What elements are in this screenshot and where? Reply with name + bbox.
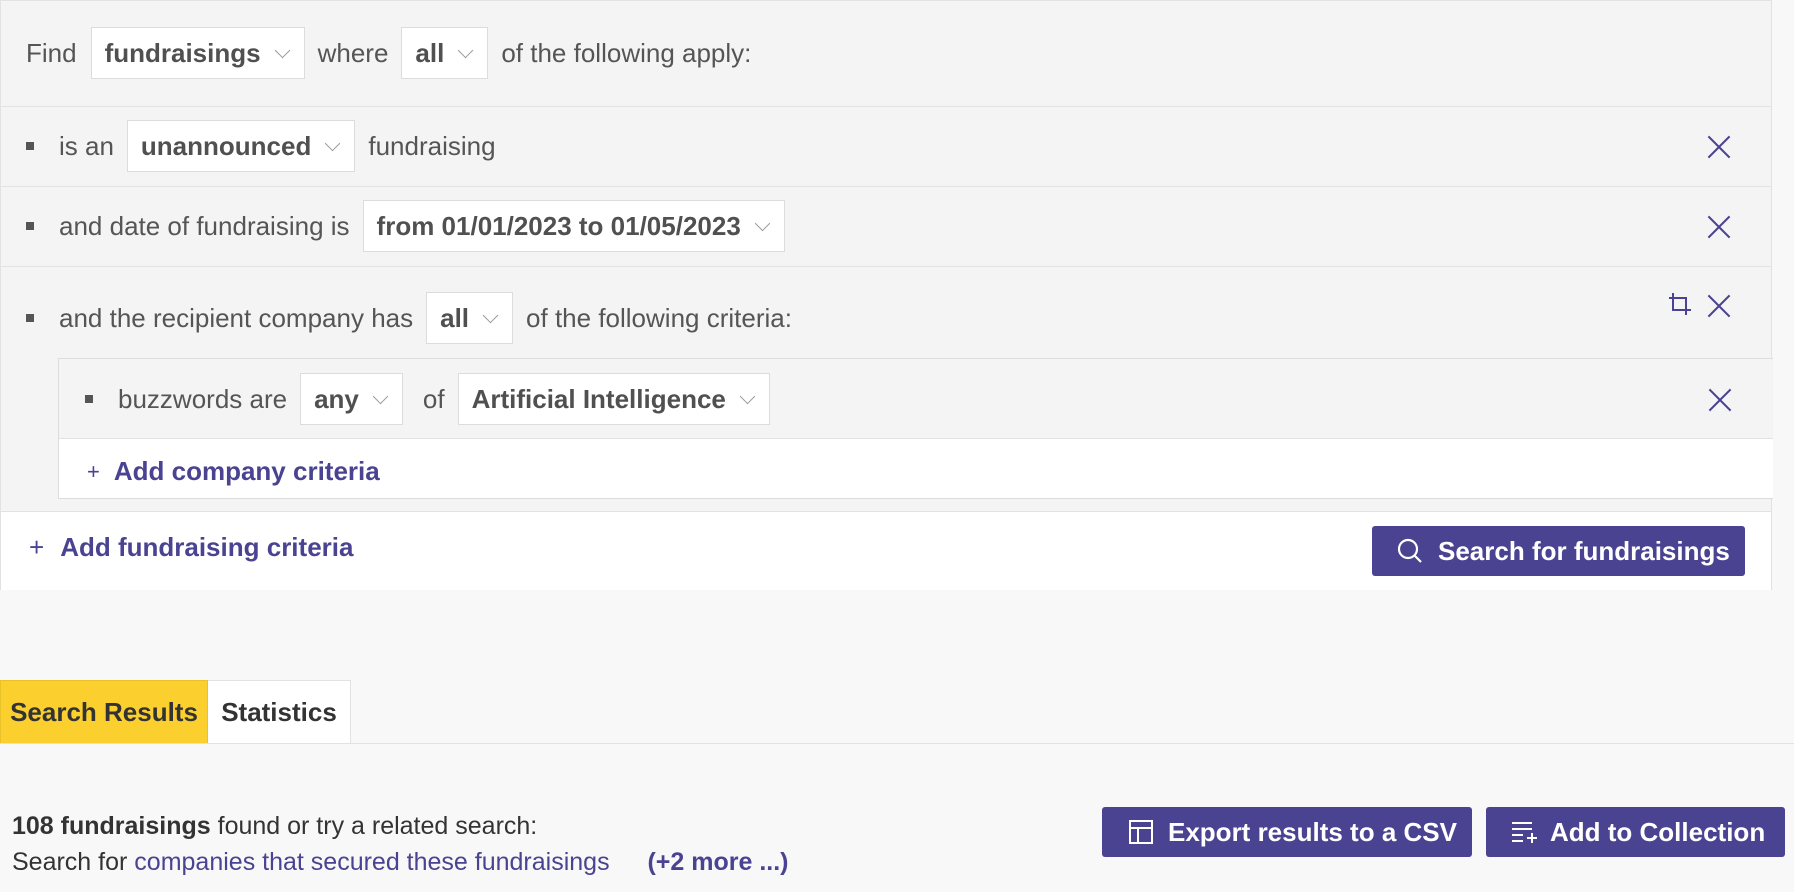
buzzword-match-dropdown[interactable]: any	[300, 373, 403, 425]
criterion-label: buzzwords are	[118, 383, 288, 414]
chevron-down-icon	[754, 215, 771, 231]
criterion-announcement: is an unannounced fundraising	[26, 120, 496, 172]
match-dropdown[interactable]: all	[401, 27, 489, 79]
chevron-down-icon	[274, 42, 290, 58]
criterion-suffix: fundraising	[368, 130, 496, 161]
tabs-divider	[0, 743, 1794, 744]
chevron-down-icon	[458, 42, 474, 58]
where-label: where	[317, 37, 389, 68]
of-label: of	[422, 383, 445, 414]
search-button[interactable]: Search for fundraisings	[1372, 526, 1745, 576]
crop-icon[interactable]	[1667, 291, 1693, 317]
remove-criterion-close-icon[interactable]	[1708, 388, 1732, 412]
criterion-label: and date of fundraising is	[59, 210, 350, 241]
table-icon	[1129, 820, 1153, 844]
add-to-collection-button[interactable]: Add to Collection	[1486, 807, 1785, 857]
divider	[1, 106, 1771, 107]
plus-icon: +	[87, 458, 100, 484]
tab-search-results[interactable]: Search Results	[0, 680, 208, 744]
add-fundraising-criteria[interactable]: + Add fundraising criteria	[29, 532, 353, 563]
criterion-label: is an	[59, 130, 114, 161]
query-header: Find fundraisings where all of the follo…	[26, 27, 751, 79]
criterion-buzzwords: buzzwords are any of Artificial Intellig…	[85, 373, 770, 425]
more-link[interactable]: (+2 more ...)	[647, 848, 788, 876]
criterion-label: and the recipient company has	[59, 302, 414, 333]
divider	[1, 266, 1771, 267]
chevron-down-icon	[739, 388, 756, 404]
results-count: 108 fundraisings	[12, 812, 211, 840]
search-for-label: Search for	[12, 848, 128, 876]
company-match-dropdown[interactable]: all	[426, 292, 514, 344]
remove-criterion-close-icon[interactable]	[1707, 135, 1731, 159]
nested-criteria-box: buzzwords are any of Artificial Intellig…	[58, 358, 1773, 499]
remove-criterion-close-icon[interactable]	[1707, 215, 1731, 239]
export-csv-button[interactable]: Export results to a CSV	[1102, 807, 1472, 857]
entity-dropdown[interactable]: fundraisings	[90, 27, 305, 79]
query-suffix: of the following apply:	[501, 37, 752, 68]
related-search-link[interactable]: companies that secured these fundraising…	[134, 848, 609, 876]
bullet-icon	[85, 395, 93, 403]
results-found-text: found or try a related search:	[217, 812, 538, 840]
announcement-dropdown[interactable]: unannounced	[126, 120, 356, 172]
related-search: Search for companies that secured these …	[12, 848, 789, 877]
plus-icon: +	[29, 532, 45, 562]
add-company-criteria[interactable]: + Add company criteria	[87, 456, 380, 487]
bullet-icon	[26, 314, 34, 322]
search-icon	[1397, 538, 1422, 563]
date-range-dropdown[interactable]: from 01/01/2023 to 01/05/2023	[362, 200, 785, 252]
find-label: Find	[26, 37, 77, 68]
chevron-down-icon	[372, 388, 389, 404]
panel-footer: + Add fundraising criteria Search for fu…	[1, 511, 1771, 590]
tab-statistics[interactable]: Statistics	[208, 680, 351, 744]
bullet-icon	[26, 222, 34, 230]
criterion-company: and the recipient company has all of the…	[26, 292, 792, 344]
criterion-suffix: of the following criteria:	[526, 302, 792, 333]
remove-criterion-close-icon[interactable]	[1707, 294, 1731, 318]
results-summary: 108 fundraisings found or try a related …	[12, 812, 537, 841]
divider	[1, 186, 1771, 187]
chevron-down-icon	[325, 135, 341, 151]
chevron-down-icon	[482, 307, 499, 323]
buzzword-value-dropdown[interactable]: Artificial Intelligence	[457, 373, 770, 425]
criteria-panel: Find fundraisings where all of the follo…	[0, 0, 1773, 590]
criterion-date: and date of fundraising is from 01/01/20…	[26, 200, 785, 252]
bullet-icon	[26, 142, 34, 150]
playlist-add-icon	[1512, 822, 1537, 843]
